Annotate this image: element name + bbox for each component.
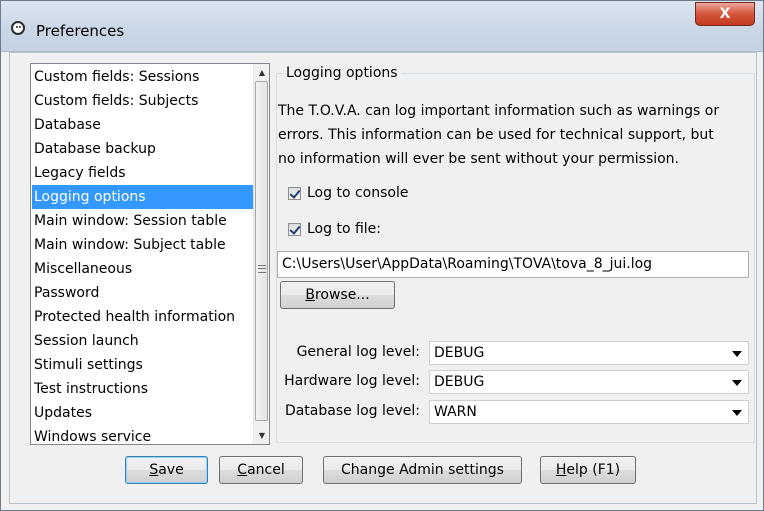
save-button[interactable]: Save — [125, 456, 208, 484]
list-item-updates[interactable]: Updates — [32, 401, 253, 425]
grip-icon — [258, 265, 266, 273]
list-item-test-instructions[interactable]: Test instructions — [32, 377, 253, 401]
description-line: errors. This information can be used for… — [278, 127, 714, 143]
browse-button[interactable]: Browse... — [280, 281, 395, 309]
cancel-mnemonic: C — [237, 462, 248, 478]
log-to-file-option[interactable]: Log to file: — [288, 219, 381, 239]
log-to-file-checkbox[interactable] — [288, 222, 301, 236]
logging-description: The T.O.V.A. can log important informati… — [278, 99, 748, 171]
description-line: no information will ever be sent without… — [278, 151, 680, 167]
list-item-session-launch[interactable]: Session launch — [32, 329, 253, 353]
help-button[interactable]: Help (F1) — [540, 456, 636, 484]
list-item-database[interactable]: Database — [32, 113, 253, 137]
cancel-label: ancel — [247, 462, 285, 478]
save-mnemonic: S — [149, 462, 159, 478]
log-to-file-label: Log to file: — [307, 221, 381, 237]
help-label: elp (F1) — [566, 462, 621, 478]
log-to-console-label: Log to console — [307, 185, 409, 201]
title-bar[interactable]: Preferences X — [1, 1, 763, 52]
browse-label: rowse... — [314, 287, 370, 303]
list-scrollbar[interactable]: ▲ ▼ — [253, 64, 269, 444]
log-to-console-checkbox[interactable] — [288, 186, 301, 200]
browse-mnemonic: B — [305, 287, 315, 303]
general-log-level-select[interactable]: DEBUG — [429, 341, 749, 365]
general-log-level-value: DEBUG — [434, 345, 485, 361]
category-list[interactable]: Custom fields: Sessions Custom fields: S… — [30, 63, 270, 445]
log-file-path-input[interactable]: C:\Users\User\AppData\Roaming\TOVA\tova_… — [277, 251, 749, 278]
dropdown-arrow-icon — [732, 351, 742, 357]
list-item-subject-table[interactable]: Main window: Subject table — [32, 233, 253, 257]
scroll-down-icon[interactable]: ▼ — [254, 427, 269, 444]
close-button[interactable]: X — [695, 2, 755, 26]
window-title: Preferences — [36, 22, 125, 40]
list-item-password[interactable]: Password — [32, 281, 253, 305]
list-item-database-backup[interactable]: Database backup — [32, 137, 253, 161]
list-item-stimuli-settings[interactable]: Stimuli settings — [32, 353, 253, 377]
list-item-custom-fields-subjects[interactable]: Custom fields: Subjects — [32, 89, 253, 113]
database-log-level-select[interactable]: WARN — [429, 400, 749, 424]
list-item-legacy-fields[interactable]: Legacy fields — [32, 161, 253, 185]
description-line: The T.O.V.A. can log important informati… — [278, 103, 720, 119]
change-admin-settings-button[interactable]: Change Admin settings — [323, 456, 522, 484]
scroll-thumb[interactable] — [255, 81, 268, 421]
hardware-log-level-select[interactable]: DEBUG — [429, 370, 749, 394]
dropdown-arrow-icon — [732, 380, 742, 386]
scroll-up-icon[interactable]: ▲ — [254, 64, 269, 81]
app-icon — [11, 21, 25, 35]
close-icon: X — [719, 6, 731, 22]
group-title: Logging options — [283, 65, 401, 81]
list-item-session-table[interactable]: Main window: Session table — [32, 209, 253, 233]
cancel-button[interactable]: Cancel — [219, 456, 303, 484]
save-label: ave — [158, 462, 184, 478]
list-item-miscellaneous[interactable]: Miscellaneous — [32, 257, 253, 281]
hardware-log-level-label: Hardware log level: — [284, 373, 420, 389]
dropdown-arrow-icon — [732, 410, 742, 416]
general-log-level-label: General log level: — [296, 344, 420, 360]
list-item-logging-options[interactable]: Logging options — [32, 185, 253, 209]
database-log-level-label: Database log level: — [284, 403, 420, 419]
list-item-protected-health-information[interactable]: Protected health information — [32, 305, 253, 329]
database-log-level-value: WARN — [434, 404, 477, 420]
log-to-console-option[interactable]: Log to console — [288, 183, 408, 203]
help-mnemonic: H — [555, 462, 567, 478]
list-item-windows-service[interactable]: Windows service — [32, 425, 253, 444]
hardware-log-level-value: DEBUG — [434, 374, 485, 390]
list-item-custom-fields-sessions[interactable]: Custom fields: Sessions — [32, 65, 253, 89]
